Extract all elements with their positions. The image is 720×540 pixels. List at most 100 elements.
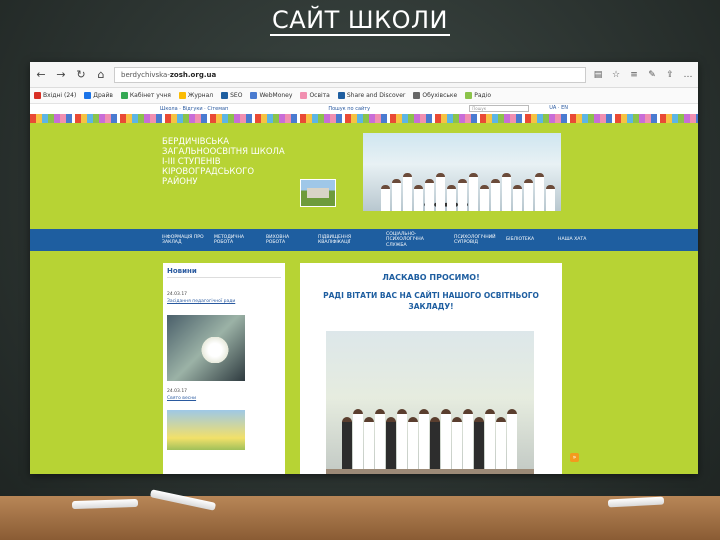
bookmark-icon	[34, 92, 41, 99]
school-name-line: І-ІІІ СТУПЕНІВ	[162, 157, 221, 167]
bookmarks-bar: Вхідні (24) Драйв Кабінет учня Журнал SEO Web…	[30, 88, 698, 104]
banner-person	[546, 185, 555, 211]
news-link[interactable]: Засідання педагогічної ради	[167, 299, 281, 305]
bookmark-item[interactable]: Освіта	[300, 92, 330, 99]
url-main: zosh.org.ua	[169, 70, 217, 79]
address-bar-row: ← → ↻ ⌂ berdychivska-zosh.org.ua ▤ ☆ ≡ ✎…	[30, 62, 698, 88]
main-navigation: Інформація про заклад Методична робота Вих…	[30, 229, 698, 251]
reading-view-icon[interactable]: ▤	[592, 68, 604, 82]
news-date-2: 24.03.17	[167, 389, 188, 394]
home-icon[interactable]: ⌂	[94, 68, 108, 82]
refresh-icon[interactable]: ↻	[74, 68, 88, 82]
banner-person	[425, 179, 434, 211]
note-icon[interactable]: ✎	[646, 68, 658, 82]
back-icon[interactable]: ←	[34, 68, 48, 82]
bookmark-item[interactable]: SEO	[221, 92, 242, 99]
bookmark-item[interactable]: WebMoney	[250, 92, 292, 99]
banner-person	[469, 173, 478, 211]
staff-person	[342, 417, 352, 469]
nav-item[interactable]: Психологічний супровід	[454, 235, 496, 246]
bookmark-icon	[84, 92, 92, 99]
students-banner-photo: ● ● ● ● ● ● ● ●	[363, 133, 561, 211]
bookmark-label: Драйв	[93, 92, 113, 99]
news-image[interactable]	[167, 315, 245, 381]
banner-person	[381, 185, 390, 211]
staff-person	[386, 417, 396, 469]
nav-item[interactable]: Соціально-психологічна служба	[386, 232, 444, 249]
banner-person	[392, 179, 401, 211]
banner-person	[436, 173, 445, 211]
bookmark-icon	[178, 92, 186, 99]
bookmark-label: Радіо	[474, 92, 492, 99]
bookmark-item[interactable]: Вхідні (24)	[34, 92, 76, 99]
banner-person	[513, 185, 522, 211]
banner-person	[524, 179, 533, 211]
bookmark-icon	[120, 92, 128, 99]
banner-person	[491, 179, 500, 211]
staff-person	[397, 409, 407, 469]
bookmark-label: Share and Discover	[346, 92, 406, 99]
staff-group-photo	[326, 331, 534, 474]
news-date: 24.03.17	[167, 292, 188, 297]
staff-person	[507, 409, 517, 469]
staff-person	[419, 409, 429, 469]
bookmark-label: Обухівське	[422, 92, 458, 99]
bookmark-item[interactable]: Обухівське	[413, 92, 457, 99]
staff-person	[430, 417, 440, 469]
rss-icon[interactable]: »	[570, 453, 579, 462]
forward-icon[interactable]: →	[54, 68, 68, 82]
nav-item[interactable]: Бібліотека	[506, 237, 548, 243]
school-name: БЕРДИЧІВСЬКА ЗАГАЛЬНООСВІТНЯ ШКОЛА І-ІІІ С…	[162, 137, 285, 187]
nav-item[interactable]: Підвищення кваліфікації	[318, 235, 376, 246]
welcome-panel: ЛАСКАВО ПРОСИМО! РАДІ ВІТАТИ ВАС НА САЙТ…	[300, 263, 562, 474]
school-name-line: РАЙОНУ	[162, 177, 198, 187]
banner-person	[414, 185, 423, 211]
banner-person	[480, 185, 489, 211]
bookmark-item[interactable]: Драйв	[84, 92, 113, 99]
url-input[interactable]: berdychivska-zosh.org.ua	[114, 66, 586, 83]
share-icon[interactable]: ⇪	[664, 68, 676, 82]
banner-person	[458, 179, 467, 211]
more-icon[interactable]: …	[682, 68, 694, 82]
school-website: Школа · Відгуки · Сітемап Пошук по сайту…	[30, 104, 698, 474]
topbar-search-label: Пошук по сайту	[328, 106, 371, 112]
news-panel: Новини 24.03.17 Засідання педагогічної р…	[163, 263, 285, 474]
news-image-2[interactable]	[167, 410, 245, 450]
nav-item[interactable]: Методична робота	[214, 235, 256, 246]
staff-person	[375, 409, 385, 469]
bookmark-item[interactable]: Радіо	[465, 92, 491, 99]
slide-title-text: САЙТ ШКОЛИ	[269, 6, 450, 36]
staff-person	[364, 417, 374, 469]
slide-title: САЙТ ШКОЛИ	[0, 6, 720, 36]
hub-icon[interactable]: ≡	[628, 68, 640, 82]
staff-person	[452, 417, 462, 469]
bookmark-icon	[250, 92, 258, 99]
staff-person	[408, 417, 418, 469]
bookmark-label: WebMoney	[259, 92, 293, 99]
nav-item[interactable]: Виховна робота	[266, 235, 308, 246]
bookmark-icon	[465, 92, 473, 99]
staff-person	[463, 409, 473, 469]
staff-person	[441, 409, 451, 469]
bookmark-item[interactable]: Журнал	[178, 92, 213, 99]
news-link-2[interactable]: Свято весни	[167, 396, 281, 402]
site-search-input[interactable]: Пошук	[469, 105, 530, 112]
content-area: Новини 24.03.17 Засідання педагогічної р…	[30, 251, 698, 474]
site-header: БЕРДИЧІВСЬКА ЗАГАЛЬНООСВІТНЯ ШКОЛА І-ІІІ С…	[30, 123, 698, 229]
bookmark-item[interactable]: Share and Discover	[337, 92, 406, 99]
language-switch[interactable]: UA · EN	[549, 105, 568, 112]
nav-item[interactable]: Наша хата	[558, 237, 600, 243]
favorites-star-icon[interactable]: ☆	[610, 68, 622, 82]
topbar-links[interactable]: Школа · Відгуки · Сітемап	[160, 106, 228, 112]
school-building-photo	[300, 179, 336, 207]
bookmark-item[interactable]: Кабінет учня	[120, 92, 171, 99]
bookmark-icon	[337, 92, 345, 99]
staff-person	[485, 409, 495, 469]
banner-person	[447, 185, 456, 211]
bookmark-label: Кабінет учня	[129, 92, 171, 99]
staff-person	[353, 409, 363, 469]
news-title: Новини	[167, 267, 281, 278]
banner-person	[403, 173, 412, 211]
school-name-line: БЕРДИЧІВСЬКА	[162, 137, 230, 147]
nav-item[interactable]: Інформація про заклад	[162, 235, 204, 246]
